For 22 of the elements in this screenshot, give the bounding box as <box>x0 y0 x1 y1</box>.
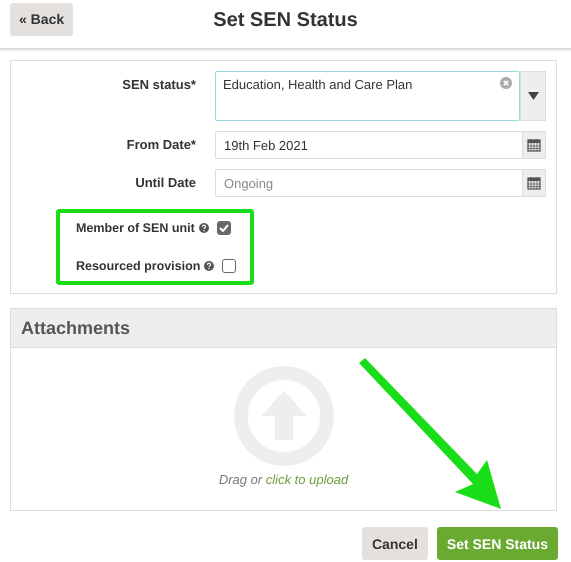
calendar-button[interactable] <box>522 131 546 159</box>
upload-prompt: Drag or click to upload <box>218 472 348 487</box>
checkbox-label: Resourced provision <box>76 259 200 273</box>
panel-title: Attachments <box>21 318 130 338</box>
checkbox[interactable] <box>216 221 231 235</box>
calendar-icon <box>527 176 541 190</box>
field-label: From Date* <box>126 136 196 152</box>
caret-icon[interactable] <box>528 92 538 100</box>
calendar-button[interactable] <box>522 169 546 197</box>
field-label: SEN status* <box>121 76 196 92</box>
help-icon[interactable] <box>204 261 214 271</box>
date-field[interactable]: Ongoing <box>215 169 522 197</box>
back-button[interactable]: « Back <box>10 2 74 36</box>
help-icon[interactable] <box>198 223 209 233</box>
date-field[interactable]: 19th Feb 2021 <box>215 131 522 159</box>
checkbox-label: Member of SEN unit <box>76 221 195 235</box>
select-value: Education, Health and Care Plan <box>223 77 412 94</box>
page-title: Set SEN Status <box>213 9 358 31</box>
cancel-button[interactable]: Cancel <box>362 527 428 560</box>
calendar-icon <box>527 138 541 152</box>
field-label: Until Date <box>134 174 196 190</box>
checkbox[interactable] <box>222 259 236 273</box>
